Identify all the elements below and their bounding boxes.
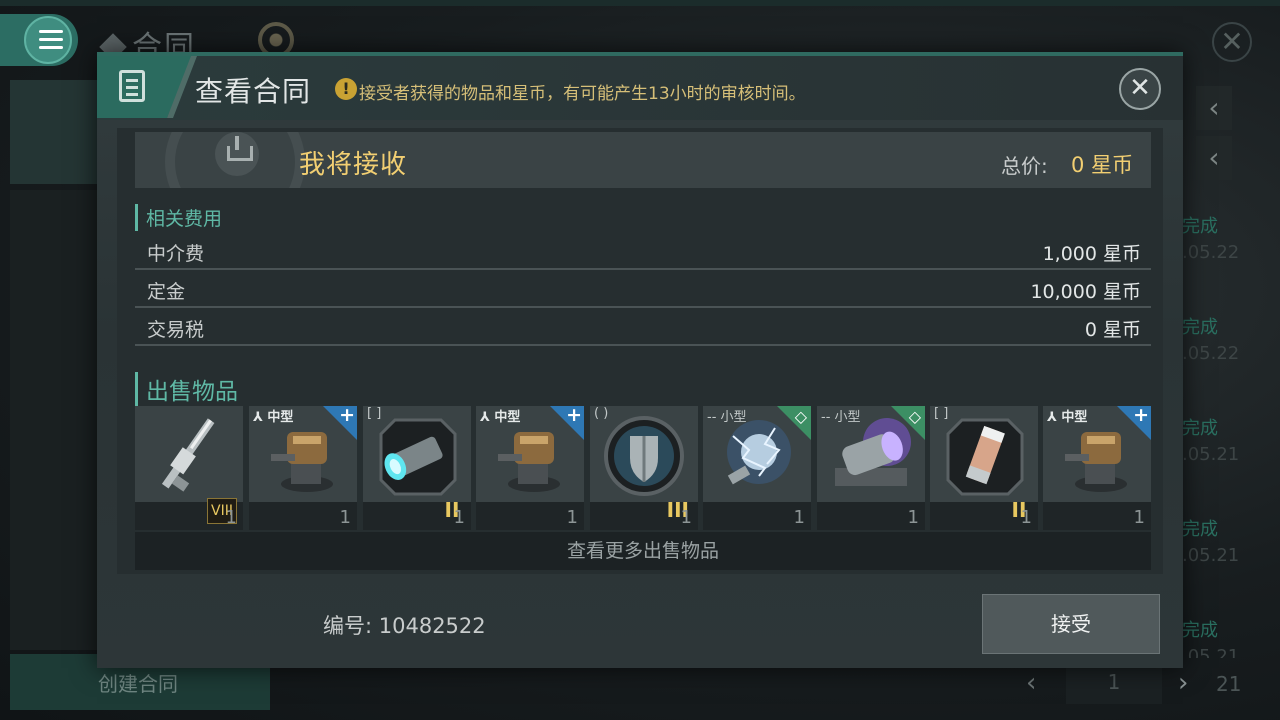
dialog-header: 查看合同 ! 接受者获得的物品和星币，有可能产生13小时的审核时间。 ✕ <box>97 56 1183 120</box>
contract-status: 完成 <box>1182 620 1218 641</box>
chevron-left-icon[interactable]: ‹ <box>1196 136 1232 180</box>
fee-row-broker: 中介费 1,000 星币 <box>135 232 1151 270</box>
fee-name: 定金 <box>147 281 186 303</box>
review-time-warning: 接受者获得的物品和星币，有可能产生13小时的审核时间。 <box>359 84 806 104</box>
size-text: 小型 <box>720 410 747 425</box>
plus-icon: + <box>339 404 355 426</box>
size-text: 中型 <box>267 410 294 425</box>
accept-button[interactable]: 接受 <box>982 594 1160 654</box>
pager-prev-icon[interactable]: ‹ <box>1026 668 1056 698</box>
contract-id: 编号: 10482522 <box>323 614 486 638</box>
total-price-value: 0 星币 <box>1071 153 1134 177</box>
fee-value: 1,000 星币 <box>1042 243 1141 265</box>
contract-date: .05.22 <box>1182 242 1240 263</box>
contract-document-icon <box>97 56 193 118</box>
main-menu-button[interactable] <box>0 14 78 66</box>
size-text: 小型 <box>834 410 861 425</box>
fee-name: 交易税 <box>147 319 205 341</box>
fee-row-tax: 交易税 0 星币 <box>135 308 1151 346</box>
plus-icon: + <box>566 404 582 426</box>
pager-next-icon[interactable]: › <box>1178 668 1208 698</box>
receive-title: 我将接收 <box>299 150 408 180</box>
total-price-label: 总价: <box>1001 154 1048 178</box>
fee-value: 0 星币 <box>1084 319 1141 341</box>
background-left-block <box>10 190 98 650</box>
item-quantity: 1 <box>339 507 351 528</box>
contract-date: .05.21 <box>1182 646 1240 658</box>
fee-value: 10,000 星币 <box>1030 281 1141 303</box>
size-label: ⅄ 中型 <box>480 410 521 425</box>
receive-summary-bar: 我将接收 总价: 0 星币 <box>135 132 1151 188</box>
rifle-icon <box>135 406 243 502</box>
contract-status: 完成 <box>1182 519 1218 540</box>
warning-icon: ! <box>335 78 357 100</box>
item-slot[interactable]: [ ] II 1 <box>930 406 1038 530</box>
view-contract-dialog: 查看合同 ! 接受者获得的物品和星币，有可能产生13小时的审核时间。 ✕ 我将接… <box>97 52 1183 668</box>
receive-cart-icon <box>215 132 259 176</box>
item-slot[interactable]: ⅄ 中型 + 1 <box>476 404 584 530</box>
background-left-panel <box>10 80 98 184</box>
item-slot[interactable]: [ ] II 1 <box>363 406 471 530</box>
item-slot[interactable]: -- 小型 ◇ 1 <box>817 406 925 530</box>
contract-date: .05.22 <box>1182 343 1240 364</box>
chevron-left-icon[interactable]: ‹ <box>1196 86 1232 130</box>
item-quantity: 1 <box>225 507 237 528</box>
slot-type-bracket-icon: [ ] <box>934 406 949 421</box>
dialog-title: 查看合同 <box>195 75 312 108</box>
item-quantity: 1 <box>793 507 805 528</box>
hamburger-icon <box>39 30 63 54</box>
item-quantity: 1 <box>453 507 465 528</box>
item-quantity: 1 <box>1133 507 1145 528</box>
item-slot[interactable]: ⅄ 中型 + 1 <box>1043 404 1151 530</box>
contract-status: 完成 <box>1182 317 1218 338</box>
item-quantity: 1 <box>907 507 919 528</box>
diamond-icon: ◇ <box>794 407 807 426</box>
fees-section-title: 相关费用 <box>135 204 222 231</box>
background-close-button[interactable]: ✕ <box>1212 22 1252 62</box>
fee-row-deposit: 定金 10,000 星币 <box>135 270 1151 308</box>
item-slot[interactable]: VIII 1 <box>135 406 243 530</box>
item-quantity: 1 <box>1020 507 1032 528</box>
contract-date: .05.21 <box>1182 444 1240 465</box>
size-label: ⅄ 中型 <box>1047 410 1088 425</box>
size-label: ⅄ 中型 <box>253 410 294 425</box>
size-text: 中型 <box>1061 410 1088 425</box>
fee-name: 中介费 <box>147 243 205 265</box>
plus-icon: + <box>1133 404 1149 426</box>
diamond-icon: ◇ <box>908 407 921 426</box>
size-text: 中型 <box>494 410 521 425</box>
close-dialog-button[interactable]: ✕ <box>1119 68 1161 110</box>
item-quantity: 1 <box>680 507 692 528</box>
contract-status: 完成 <box>1182 216 1218 237</box>
item-slot[interactable]: ⅄ 中型 + 1 <box>249 404 357 530</box>
items-section-title: 出售物品 <box>135 372 238 406</box>
slot-type-bracket-icon: [ ] <box>367 406 382 421</box>
view-more-items-button[interactable]: 查看更多出售物品 <box>135 532 1151 570</box>
pager-total-pages: 21 <box>1216 672 1242 696</box>
contract-date: .05.21 <box>1182 545 1240 566</box>
item-slot[interactable]: ( ) III 1 <box>590 406 698 530</box>
slot-type-round-icon: ( ) <box>594 406 609 421</box>
size-label: -- 小型 <box>821 410 861 425</box>
item-slot[interactable]: -- 小型 ◇ 1 <box>703 406 811 530</box>
top-bar <box>0 0 1280 6</box>
contract-details-panel: 我将接收 总价: 0 星币 相关费用 中介费 1,000 星币 定金 10,00… <box>117 128 1163 574</box>
size-label: -- 小型 <box>707 410 747 425</box>
contract-status: 完成 <box>1182 418 1218 439</box>
item-quantity: 1 <box>566 507 578 528</box>
